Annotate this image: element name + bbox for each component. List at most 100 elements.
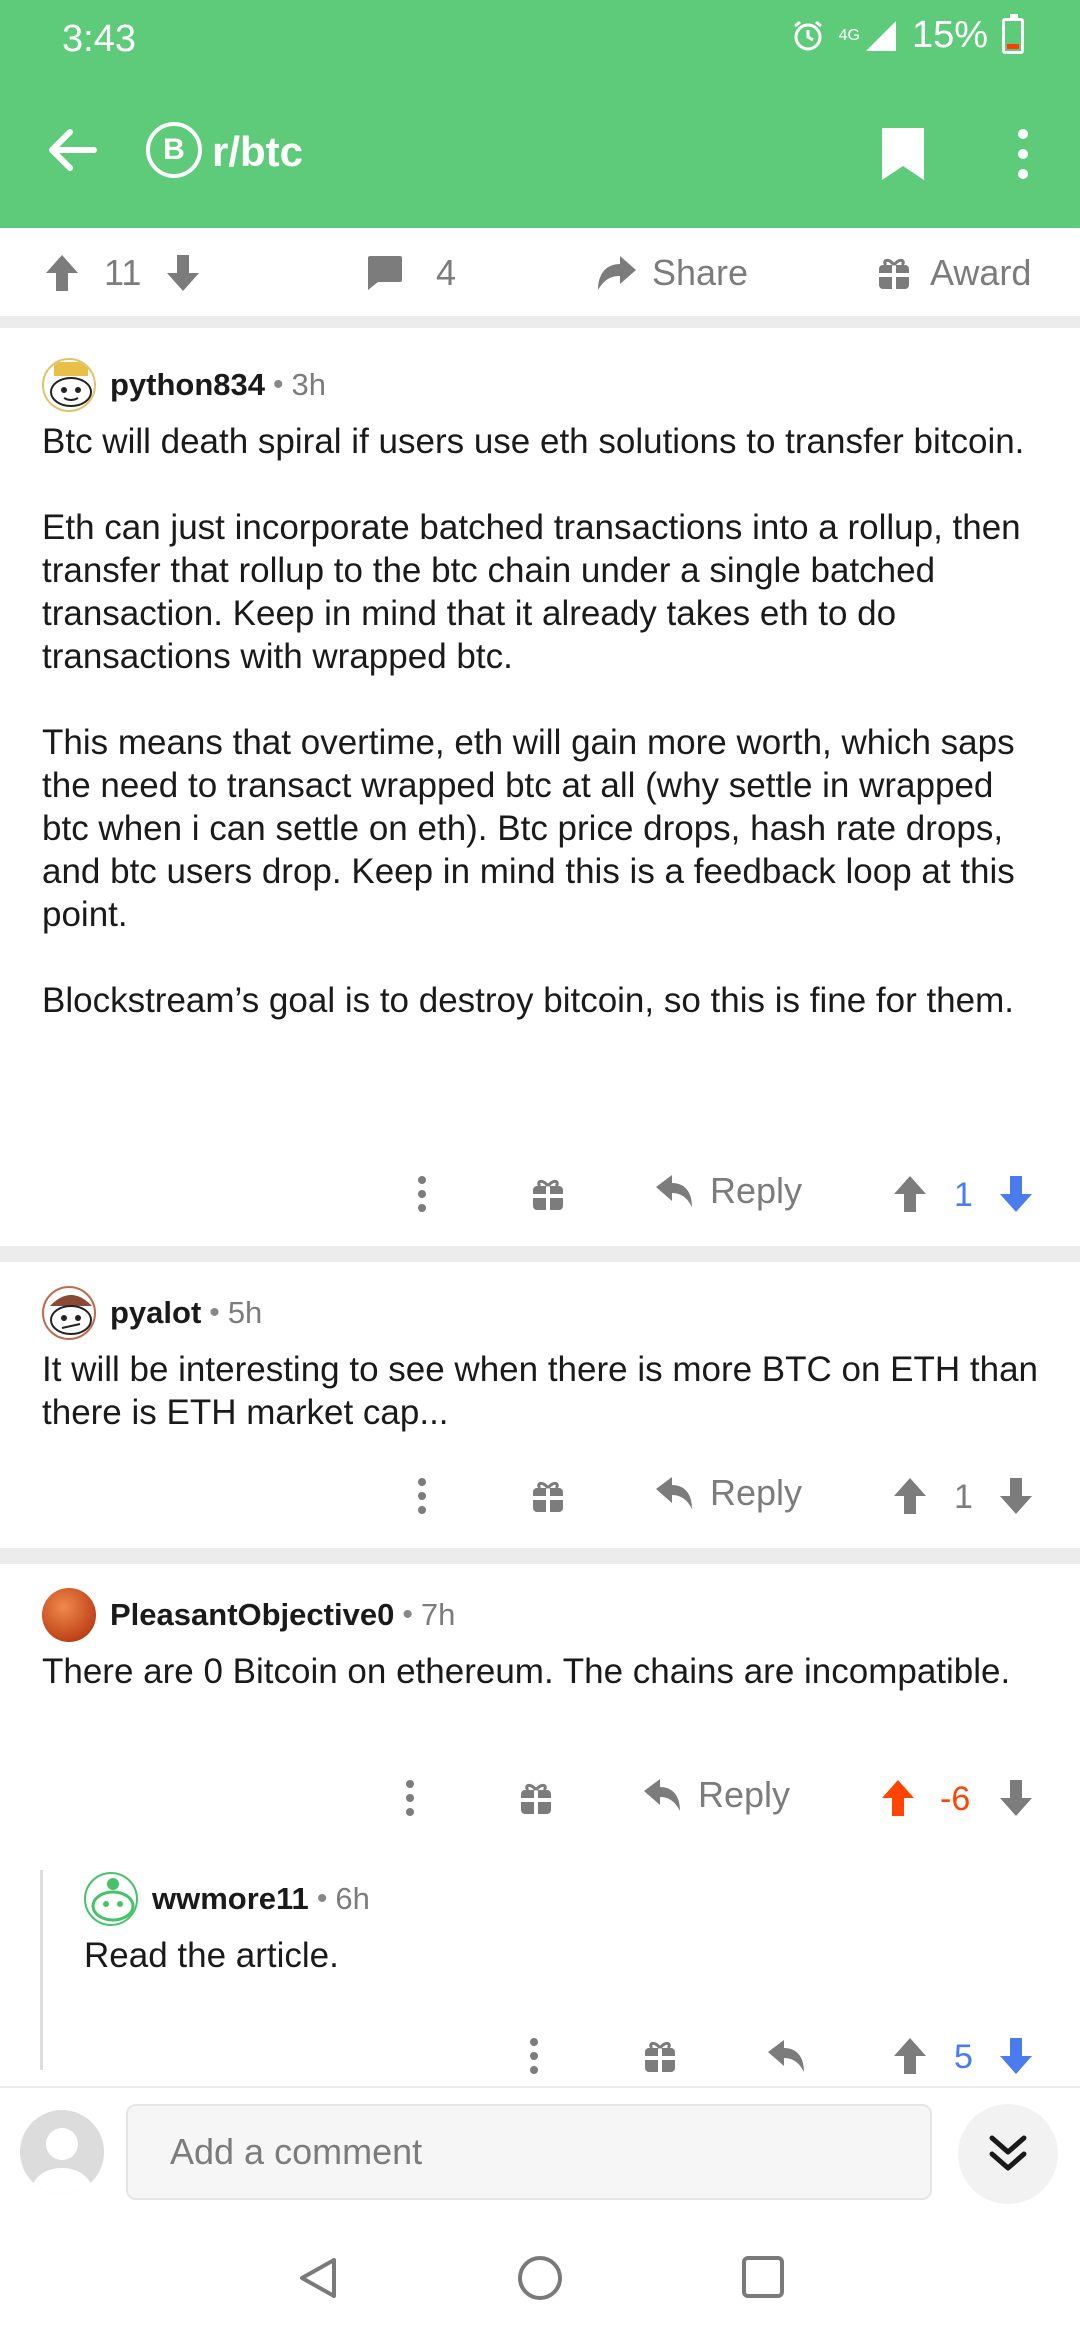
app-bar: B r/btc xyxy=(0,80,1080,228)
username[interactable]: python834 xyxy=(110,367,265,403)
thread-line[interactable] xyxy=(40,1870,43,2070)
award-label: Award xyxy=(930,252,1032,293)
downvote-icon[interactable] xyxy=(165,253,201,293)
reply-icon xyxy=(644,1779,680,1811)
status-bar: 3:43 4G 15% xyxy=(0,0,1080,80)
downvote-icon[interactable] xyxy=(998,2036,1034,2076)
comment-header: python834 • 3h xyxy=(42,358,326,412)
more-options-icon[interactable] xyxy=(398,1778,422,1818)
comment-body: Read the article. xyxy=(84,1934,1034,1977)
comment-paragraph: Btc will death spiral if users use eth s… xyxy=(42,422,1025,461)
downvote-icon[interactable] xyxy=(998,1174,1034,1214)
comment-paragraph: Read the article. xyxy=(84,1936,339,1975)
comment-score: -6 xyxy=(940,1780,971,1818)
reply-icon[interactable] xyxy=(766,2038,806,2074)
nav-back-icon[interactable] xyxy=(296,2256,340,2300)
share-button[interactable]: Share xyxy=(596,252,748,294)
nav-home-icon[interactable] xyxy=(518,2256,562,2300)
comment-paragraph: It will be interesting to see when there… xyxy=(42,1350,1039,1432)
comment-paragraph: Blockstream’s goal is to destroy bitcoin… xyxy=(42,981,1014,1020)
subreddit-name[interactable]: r/btc xyxy=(212,128,303,176)
comment-age: 3h xyxy=(291,367,327,402)
gift-icon[interactable] xyxy=(530,1478,566,1514)
reply-label: Reply xyxy=(710,1170,803,1211)
snoo-avatar-icon xyxy=(91,1878,135,1922)
upvote-icon[interactable] xyxy=(44,253,80,293)
award-button[interactable]: Award xyxy=(876,252,1031,294)
separator-dot: • xyxy=(209,1296,220,1329)
avatar[interactable] xyxy=(84,1872,138,1926)
separator-dot: • xyxy=(316,1882,328,1915)
comment-age: 7h xyxy=(420,1597,456,1632)
avatar[interactable] xyxy=(42,358,96,412)
reply-button[interactable]: Reply xyxy=(654,1472,802,1514)
downvote-icon[interactable] xyxy=(998,1476,1034,1516)
comment-score: 5 xyxy=(954,2038,973,2076)
more-options-icon[interactable] xyxy=(410,1174,434,1214)
comment-header: wwmore11 • 6h xyxy=(84,1872,370,1926)
comment-body: It will be interesting to see when there… xyxy=(42,1348,1042,1434)
more-options-icon[interactable] xyxy=(410,1476,434,1516)
avatar[interactable] xyxy=(42,1286,96,1340)
more-options-icon[interactable] xyxy=(522,2036,546,2076)
signal-icon xyxy=(865,20,896,51)
comment-header: pyalot • 5h xyxy=(42,1286,262,1340)
upvote-icon[interactable] xyxy=(892,1174,928,1214)
bookmark-icon[interactable] xyxy=(880,126,926,182)
gift-icon[interactable] xyxy=(642,2038,678,2074)
reply-icon xyxy=(656,1477,692,1509)
reply-button[interactable]: Reply xyxy=(654,1170,802,1212)
comment-icon xyxy=(368,256,402,290)
upvote-icon[interactable] xyxy=(892,2036,928,2076)
network-type: 4G xyxy=(838,26,860,44)
reply-icon xyxy=(656,1175,692,1207)
comment-age: 6h xyxy=(335,1881,370,1916)
separator-dot: • xyxy=(402,1598,413,1631)
add-comment-input[interactable]: Add a comment xyxy=(126,2104,932,2200)
comment-paragraph: Eth can just incorporate batched transac… xyxy=(42,508,1021,676)
username[interactable]: wwmore11 xyxy=(152,1881,309,1917)
snoo-avatar-icon xyxy=(50,1295,92,1335)
user-avatar[interactable] xyxy=(20,2110,104,2194)
alarm-icon xyxy=(793,20,822,50)
double-chevron-down-icon xyxy=(989,2135,1027,2171)
comments-button[interactable]: 4 xyxy=(364,252,456,294)
reply-button[interactable]: Reply xyxy=(642,1774,790,1816)
comment-composer: Add a comment xyxy=(0,2086,1080,2216)
gift-icon[interactable] xyxy=(530,1176,566,1212)
comment-age: 5h xyxy=(227,1295,263,1330)
comment-divider xyxy=(0,1246,1080,1262)
username[interactable]: PleasantObjective0 xyxy=(110,1597,394,1633)
comment-divider xyxy=(0,1548,1080,1564)
post-vote-group: 11 xyxy=(44,252,201,294)
comment-score: 1 xyxy=(954,1176,973,1214)
username[interactable]: pyalot xyxy=(110,1295,201,1331)
comment-paragraph: There are 0 Bitcoin on ethereum. The cha… xyxy=(42,1652,1011,1691)
nav-recents-icon[interactable] xyxy=(742,2256,784,2298)
status-icons: 4G 15% xyxy=(791,13,1024,57)
comment-score: 1 xyxy=(954,1478,973,1516)
comment-paragraph: This means that overtime, eth will gain … xyxy=(42,723,1015,934)
upvote-icon[interactable] xyxy=(892,1476,928,1516)
separator-dot: • xyxy=(273,368,284,401)
battery-icon xyxy=(1002,13,1024,54)
gift-icon[interactable] xyxy=(518,1780,554,1816)
subreddit-icon[interactable]: B xyxy=(146,122,202,178)
upvote-icon[interactable] xyxy=(880,1778,916,1818)
bitcoin-letter: B xyxy=(163,133,185,166)
comment-count: 4 xyxy=(436,252,457,293)
comment-body: Btc will death spiral if users use eth s… xyxy=(42,420,1042,1022)
post-score: 11 xyxy=(104,252,142,293)
avatar[interactable] xyxy=(42,1588,96,1642)
jump-to-next-button[interactable] xyxy=(958,2104,1058,2204)
system-nav-bar xyxy=(0,2216,1080,2340)
battery-percent: 15% xyxy=(911,14,988,56)
downvote-icon[interactable] xyxy=(998,1778,1034,1818)
gift-icon xyxy=(879,258,909,289)
more-options-icon[interactable] xyxy=(1008,126,1038,182)
back-arrow-icon[interactable] xyxy=(44,122,100,178)
default-avatar-icon xyxy=(32,2128,92,2194)
top-bar: 3:43 4G 15% B r/btc xyxy=(0,0,1080,228)
snoo-avatar-icon xyxy=(50,362,92,407)
reply-label: Reply xyxy=(698,1774,791,1815)
